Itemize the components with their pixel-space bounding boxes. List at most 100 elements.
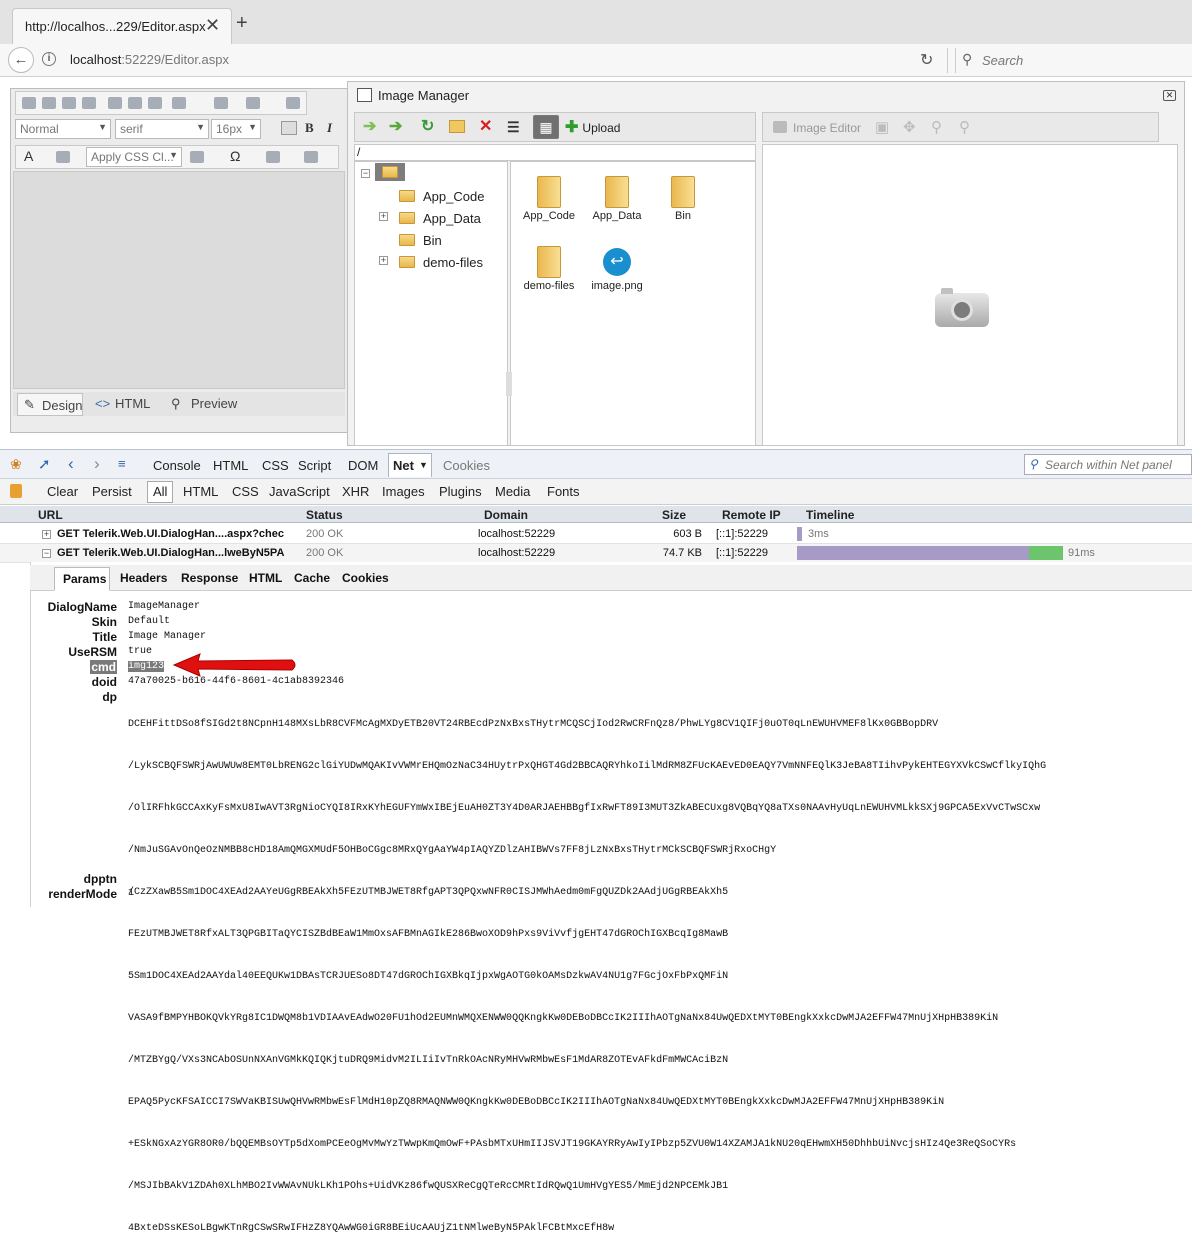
net-search-input[interactable]: ⚲ Search within Net panel — [1024, 454, 1192, 475]
firebug-icon[interactable]: ❀ — [10, 456, 22, 473]
tab-console[interactable]: Console — [153, 458, 201, 473]
list-view-icon[interactable]: ☰ — [507, 118, 520, 136]
filter-javascript[interactable]: JavaScript — [269, 484, 330, 499]
back-arrow-icon[interactable]: ← — [8, 47, 34, 73]
back-arrow-icon[interactable]: ➔ — [363, 118, 376, 136]
timeline-bar — [797, 527, 802, 541]
insert-table-icon[interactable] — [266, 151, 280, 163]
editor-content-area[interactable] — [13, 171, 345, 389]
zoom-in-icon[interactable]: ⚲ — [931, 118, 942, 136]
filter-css[interactable]: CSS — [232, 484, 259, 499]
close-icon[interactable]: ✕ — [205, 15, 220, 36]
redo-icon[interactable] — [246, 97, 260, 109]
close-icon[interactable]: ✕ — [1163, 90, 1176, 101]
tab-cookies[interactable]: Cookies — [443, 458, 490, 473]
format-block-dropdown[interactable]: Normal ▼ — [15, 119, 111, 139]
thumbnail-view-icon[interactable]: ▦ — [533, 115, 559, 139]
chevron-right-icon[interactable]: › — [94, 454, 100, 474]
zoom-out-icon[interactable]: ⚲ — [959, 118, 970, 136]
chevron-left-icon[interactable]: ‹ — [68, 454, 74, 474]
expand-icon[interactable]: + — [42, 530, 51, 539]
new-tab-button[interactable]: + — [236, 12, 248, 35]
browser-tab[interactable]: http://localhos...229/Editor.aspx ✕ — [12, 8, 232, 44]
forward-arrow-icon[interactable]: ➔ — [389, 118, 402, 136]
column-size[interactable]: Size — [662, 508, 686, 522]
font-color-icon[interactable]: A — [24, 148, 33, 164]
find-icon[interactable] — [62, 97, 76, 109]
refresh-icon[interactable]: ↻ — [421, 118, 434, 136]
column-url[interactable]: URL — [38, 508, 63, 522]
tab-response[interactable]: Response — [181, 571, 238, 585]
tab-html[interactable]: HTML — [249, 571, 282, 585]
camera-icon — [935, 288, 989, 327]
more-tools-icon[interactable] — [304, 151, 318, 163]
tab-cache[interactable]: Cache — [294, 571, 330, 585]
column-remote-ip[interactable]: Remote IP — [722, 508, 781, 522]
collapse-icon[interactable]: − — [361, 169, 370, 178]
tab-script[interactable]: Script — [298, 458, 331, 473]
highlight-icon[interactable] — [56, 151, 70, 163]
delete-icon[interactable]: ✕ — [479, 118, 492, 136]
tab-html[interactable]: HTML — [213, 458, 248, 473]
image-editor-toolbar: Image Editor ▣ ✥ ⚲ ⚲ — [762, 112, 1159, 142]
inspect-icon[interactable]: ➚ — [38, 455, 51, 473]
cut-icon[interactable] — [108, 97, 122, 109]
font-size-dropdown[interactable]: 16px ▼ — [211, 119, 261, 139]
filter-fonts[interactable]: Fonts — [547, 484, 580, 499]
persist-button[interactable]: Persist — [92, 484, 132, 499]
fit-icon[interactable]: ✥ — [903, 118, 916, 136]
column-status[interactable]: Status — [306, 508, 343, 522]
path-input[interactable]: / — [354, 144, 756, 161]
collapse-icon[interactable]: − — [42, 549, 51, 558]
image-icon[interactable] — [286, 97, 300, 109]
tab-design[interactable]: ✎ Design — [17, 393, 83, 416]
reload-icon[interactable]: ↻ — [920, 50, 933, 70]
spellcheck-icon[interactable] — [42, 97, 56, 109]
column-timeline[interactable]: Timeline — [806, 508, 854, 522]
root-folder[interactable] — [375, 163, 405, 181]
tab-cookies[interactable]: Cookies — [342, 571, 389, 585]
upload-button[interactable]: ✚ Upload — [565, 117, 620, 137]
expand-icon[interactable]: + — [379, 256, 388, 265]
undo-icon[interactable] — [214, 97, 228, 109]
image-editor-button[interactable]: Image Editor — [793, 121, 861, 135]
tab-params[interactable]: Params — [54, 567, 110, 591]
copy-icon[interactable] — [128, 97, 142, 109]
bold-icon[interactable]: B — [305, 120, 314, 136]
italic-icon[interactable]: I — [327, 120, 332, 136]
tab-headers[interactable]: Headers — [120, 571, 167, 585]
splitter-handle[interactable] — [506, 372, 512, 396]
clear-button[interactable]: Clear — [47, 484, 78, 499]
expand-icon[interactable]: + — [379, 212, 388, 221]
filter-xhr[interactable]: XHR — [342, 484, 369, 499]
crop-icon[interactable]: ▣ — [875, 118, 889, 136]
tab-net[interactable]: Net ▼ — [388, 453, 432, 477]
font-name-dropdown[interactable]: serif ▼ — [115, 119, 209, 139]
table-row[interactable]: − GET Telerik.Web.UI.DialogHan...lweByN5… — [0, 544, 1192, 563]
select-all-icon[interactable] — [82, 97, 96, 109]
filter-html[interactable]: HTML — [183, 484, 218, 499]
tab-html[interactable]: HTML — [115, 396, 150, 411]
tab-preview[interactable]: Preview — [191, 396, 237, 411]
table-grid-icon[interactable] — [281, 121, 297, 135]
css-class-dropdown[interactable]: Apply CSS Cl... ▼ — [86, 147, 182, 167]
column-domain[interactable]: Domain — [484, 508, 528, 522]
tab-dom[interactable]: DOM — [348, 458, 378, 473]
table-row[interactable]: + GET Telerik.Web.UI.DialogHan....aspx?c… — [0, 525, 1192, 544]
filter-images[interactable]: Images — [382, 484, 425, 499]
command-line-icon[interactable]: ≡ — [118, 456, 126, 471]
editor-toolbar-row-2: Normal ▼ serif ▼ 16px ▼ — [15, 118, 281, 142]
tab-css[interactable]: CSS — [262, 458, 289, 473]
format-stripper-icon[interactable] — [190, 151, 204, 163]
filter-all[interactable]: All — [147, 481, 173, 503]
paste-icon[interactable] — [148, 97, 162, 109]
omega-symbol-icon[interactable]: Ω — [230, 148, 240, 164]
param-key: DialogName — [47, 600, 117, 614]
filter-plugins[interactable]: Plugins — [439, 484, 482, 499]
new-folder-icon[interactable] — [449, 120, 465, 133]
print-icon[interactable] — [22, 97, 36, 109]
tree-item-label: demo-files — [423, 255, 483, 270]
filter-media[interactable]: Media — [495, 484, 530, 499]
paste-options-icon[interactable] — [172, 97, 186, 109]
info-icon[interactable]: i — [42, 52, 56, 66]
